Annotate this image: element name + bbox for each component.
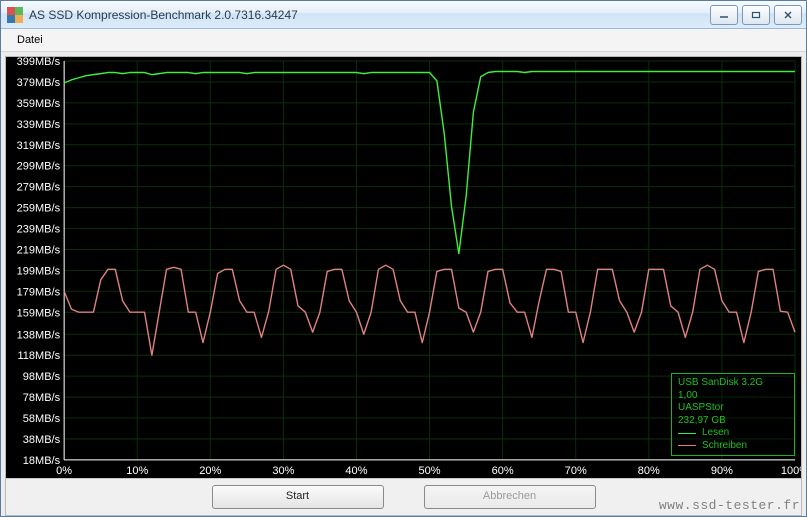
svg-text:70%: 70%	[565, 465, 587, 477]
svg-text:58MB/s: 58MB/s	[23, 413, 61, 425]
svg-text:399MB/s: 399MB/s	[17, 57, 61, 68]
svg-text:38MB/s: 38MB/s	[23, 434, 61, 446]
legend-driver: UASPStor	[678, 402, 788, 415]
svg-text:0%: 0%	[56, 465, 72, 477]
legend-device: USB SanDisk 3.2G	[678, 377, 788, 390]
svg-text:299MB/s: 299MB/s	[17, 161, 61, 173]
svg-text:10%: 10%	[126, 465, 148, 477]
svg-text:359MB/s: 359MB/s	[17, 98, 61, 110]
legend: USB SanDisk 3.2G 1,00 UASPStor 232,97 GB…	[671, 373, 795, 456]
maximize-button[interactable]	[742, 5, 770, 25]
legend-write: Schreiben	[678, 440, 788, 453]
svg-text:319MB/s: 319MB/s	[17, 140, 61, 152]
svg-text:138MB/s: 138MB/s	[17, 329, 61, 341]
svg-text:78MB/s: 78MB/s	[23, 392, 61, 404]
svg-text:40%: 40%	[345, 465, 367, 477]
legend-version: 1,00	[678, 390, 788, 403]
svg-text:100%: 100%	[781, 465, 801, 477]
svg-text:50%: 50%	[419, 465, 441, 477]
minimize-button[interactable]	[710, 5, 738, 25]
watermark: www.ssd-tester.fr	[659, 498, 800, 513]
svg-text:18MB/s: 18MB/s	[23, 455, 61, 467]
svg-text:279MB/s: 279MB/s	[17, 182, 61, 194]
chart: 399MB/s 379MB/s 359MB/s 339MB/s 319MB/s 299MB…	[6, 57, 801, 478]
svg-text:90%: 90%	[711, 465, 733, 477]
menu-file[interactable]: Datei	[9, 32, 51, 48]
svg-text:98MB/s: 98MB/s	[23, 371, 61, 383]
svg-text:219MB/s: 219MB/s	[17, 244, 61, 256]
window-buttons	[710, 5, 802, 25]
svg-text:259MB/s: 259MB/s	[17, 203, 61, 215]
svg-text:20%: 20%	[199, 465, 221, 477]
client-area: 399MB/s 379MB/s 359MB/s 339MB/s 319MB/s 299MB…	[5, 56, 802, 516]
svg-text:239MB/s: 239MB/s	[17, 224, 61, 236]
menubar: Datei	[1, 29, 806, 52]
window-title: AS SSD Kompression-Benchmark 2.0.7316.34…	[29, 8, 710, 22]
legend-read: Lesen	[678, 427, 788, 440]
legend-read-label: Lesen	[702, 427, 729, 440]
svg-text:379MB/s: 379MB/s	[17, 77, 61, 89]
svg-text:179MB/s: 179MB/s	[17, 286, 61, 298]
start-button[interactable]: Start	[212, 485, 384, 509]
app-window: AS SSD Kompression-Benchmark 2.0.7316.34…	[0, 0, 807, 517]
svg-text:80%: 80%	[638, 465, 660, 477]
svg-text:339MB/s: 339MB/s	[17, 119, 61, 131]
abort-button: Abbrechen	[424, 485, 596, 509]
legend-read-swatch	[678, 433, 696, 434]
app-icon	[7, 7, 23, 23]
legend-write-swatch	[678, 445, 696, 446]
close-button[interactable]	[774, 5, 802, 25]
legend-capacity: 232,97 GB	[678, 415, 788, 428]
svg-text:199MB/s: 199MB/s	[17, 265, 61, 277]
titlebar[interactable]: AS SSD Kompression-Benchmark 2.0.7316.34…	[1, 1, 806, 29]
legend-write-label: Schreiben	[702, 440, 747, 453]
svg-text:60%: 60%	[492, 465, 514, 477]
svg-text:30%: 30%	[272, 465, 294, 477]
svg-text:118MB/s: 118MB/s	[17, 350, 60, 362]
svg-text:159MB/s: 159MB/s	[17, 307, 61, 319]
